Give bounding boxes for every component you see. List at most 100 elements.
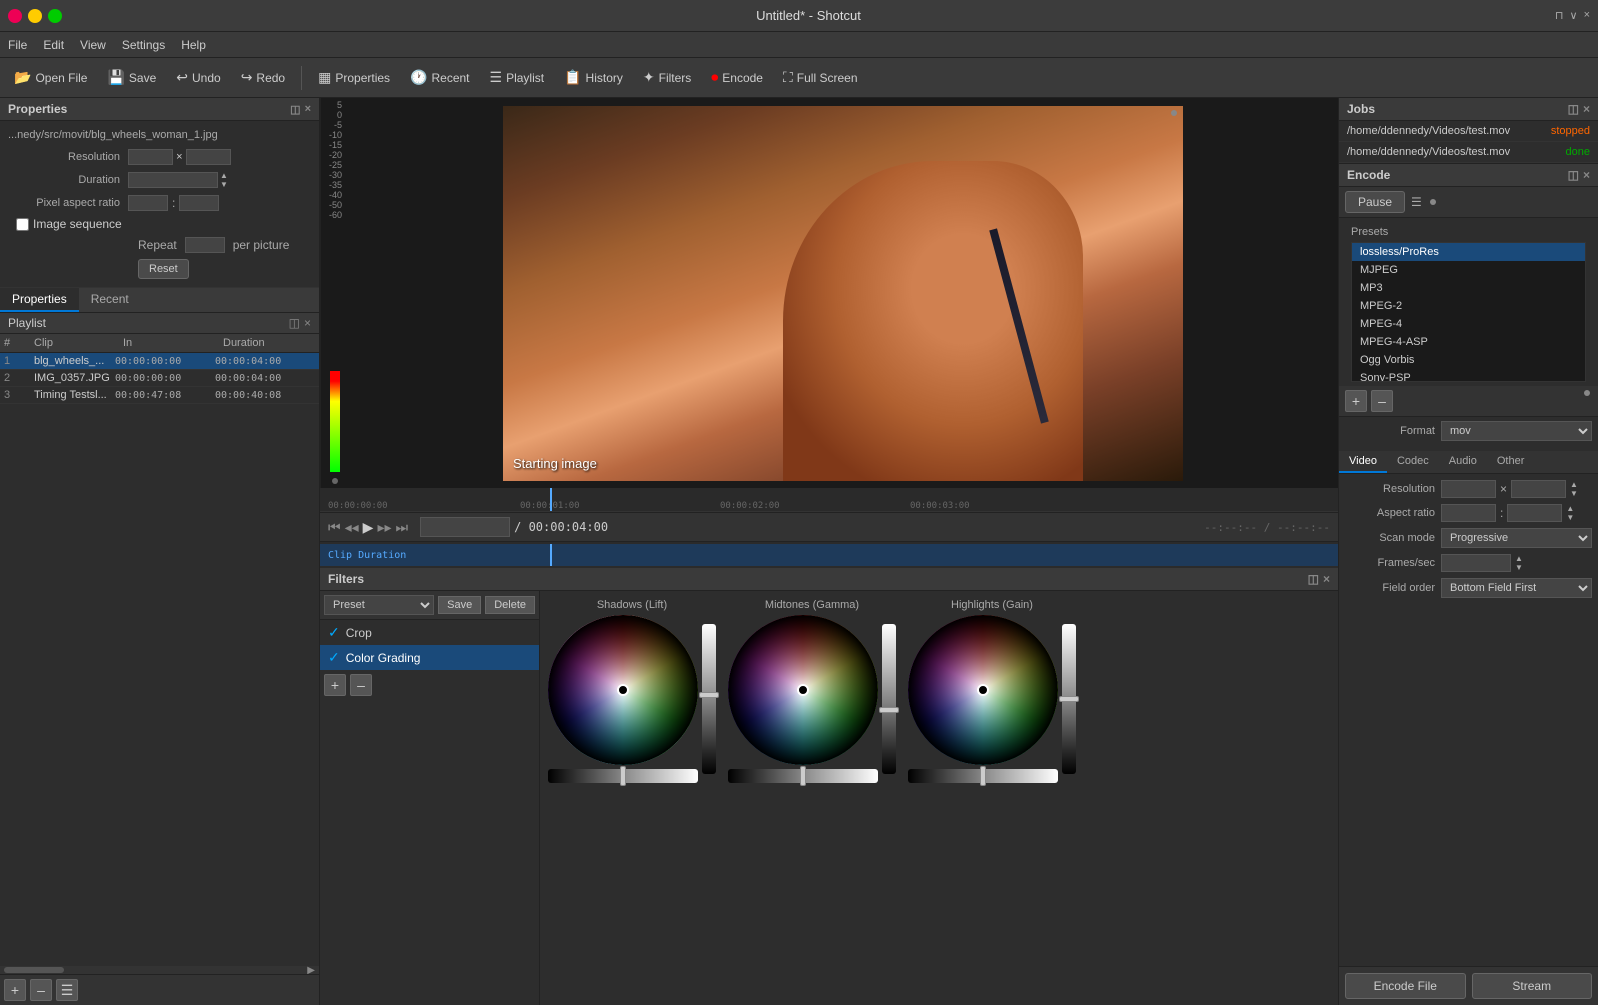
encode-tab-codec[interactable]: Codec xyxy=(1387,451,1439,473)
format-select[interactable]: mov mp4 mkv xyxy=(1441,421,1592,441)
list-item[interactable]: 2 IMG_0357.JPG 00:00:00:00 00:00:04:00 xyxy=(0,370,319,387)
preset-item-lossless[interactable]: lossless/ProRes xyxy=(1352,243,1585,261)
pixel-aspect-w-input[interactable]: 1 xyxy=(128,195,168,211)
close-button[interactable] xyxy=(8,9,22,23)
preset-item-mpeg4asp[interactable]: MPEG-4-ASP xyxy=(1352,333,1585,351)
undo-button[interactable]: ↩ Undo xyxy=(168,65,228,90)
toolbar: 📂 Open File 💾 Save ↩ Undo ↪ Redo ▦ Prope… xyxy=(0,58,1598,98)
fullscreen-button[interactable]: ⛶ Full Screen xyxy=(775,65,866,90)
tab-properties[interactable]: Properties xyxy=(0,288,79,312)
preset-item-mpeg4[interactable]: MPEG-4 xyxy=(1352,315,1585,333)
preset-item-sony-psp[interactable]: Sony-PSP xyxy=(1352,369,1585,382)
playlist-add-button[interactable]: + xyxy=(4,979,26,1001)
filters-button[interactable]: ✦ Filters xyxy=(635,65,699,90)
filter-item-crop[interactable]: ✓ Crop xyxy=(320,620,539,645)
resolution-height-input[interactable]: 720 xyxy=(186,149,231,165)
highlights-vertical-slider[interactable] xyxy=(1062,624,1076,774)
shadows-vertical-slider[interactable] xyxy=(702,624,716,774)
encode-width-input[interactable]: 1920 xyxy=(1441,480,1496,498)
fieldorder-select[interactable]: Bottom Field First Top Field First xyxy=(1441,578,1592,598)
video-area: 5 0 -5 -10 -15 -20 -25 -30 -35 -40 -50 -… xyxy=(320,98,1338,488)
properties-header: Properties ◫ × xyxy=(0,98,319,121)
encode-button[interactable]: ⏺ Encode xyxy=(703,65,771,90)
skip-end-button[interactable]: ⏭ xyxy=(396,519,409,536)
menu-edit[interactable]: Edit xyxy=(43,38,64,52)
redo-button[interactable]: ↪ Redo xyxy=(233,65,293,90)
filter-checkbox-crop[interactable]: ✓ xyxy=(328,624,340,641)
highlights-color-wheel[interactable] xyxy=(908,615,1058,765)
filter-checkbox-colorgrading[interactable]: ✓ xyxy=(328,649,340,666)
midtones-bottom-slider[interactable] xyxy=(728,769,878,783)
encode-fps-input[interactable]: 24.00 xyxy=(1441,554,1511,572)
playlist-menu-button[interactable]: ☰ xyxy=(56,979,78,1001)
timecode-input[interactable]: 00:00:01:17 xyxy=(420,517,510,537)
playlist-button[interactable]: ☰ Playlist xyxy=(482,65,553,90)
encode-tab-audio[interactable]: Audio xyxy=(1439,451,1487,473)
next-frame-button[interactable]: ▸▸ xyxy=(377,519,391,536)
properties-button[interactable]: ▦ Properties xyxy=(310,65,398,90)
preset-item-mp3[interactable]: MP3 xyxy=(1352,279,1585,297)
preset-select[interactable]: Preset xyxy=(324,595,434,615)
reset-button[interactable]: Reset xyxy=(138,259,189,279)
playlist-scrollbar[interactable]: ▶ xyxy=(0,966,319,974)
skip-begin-button[interactable]: ⏮ xyxy=(328,519,341,536)
preset-item-ogg[interactable]: Ogg Vorbis xyxy=(1352,351,1585,369)
encode-aspect-w-input[interactable]: 16 xyxy=(1441,504,1496,522)
encode-file-button[interactable]: Encode File xyxy=(1345,973,1466,999)
shadows-color-wheel[interactable] xyxy=(548,615,698,765)
filter-delete-button[interactable]: Delete xyxy=(485,596,535,614)
menu-help[interactable]: Help xyxy=(181,38,206,52)
filter-save-button[interactable]: Save xyxy=(438,596,481,614)
preset-add-button[interactable]: + xyxy=(1345,390,1367,412)
midtones-color-wheel[interactable] xyxy=(728,615,878,765)
playlist-icon: ☰ xyxy=(490,69,503,86)
highlights-bottom-slider[interactable] xyxy=(908,769,1058,783)
tab-recent[interactable]: Recent xyxy=(79,288,141,312)
encode-aspect-h-input[interactable]: 9 xyxy=(1507,504,1562,522)
clip-duration-bar[interactable]: Clip Duration xyxy=(320,544,1338,566)
encode-height-input[interactable]: 1080 xyxy=(1511,480,1566,498)
prev-frame-button[interactable]: ◂◂ xyxy=(345,519,359,536)
playlist-remove-button[interactable]: – xyxy=(30,979,52,1001)
filter-item-color-grading[interactable]: ✓ Color Grading xyxy=(320,645,539,670)
pause-button[interactable]: Pause xyxy=(1345,191,1405,213)
timeline-ruler[interactable]: 00:00:00:00 00:00:01:00 00:00:02:00 00:0… xyxy=(320,488,1338,512)
filter-remove-button[interactable]: – xyxy=(350,674,372,696)
menu-file[interactable]: File xyxy=(8,38,27,52)
midtones-vertical-slider[interactable] xyxy=(882,624,896,774)
recent-button[interactable]: 🕐 Recent xyxy=(402,65,477,90)
repeat-input[interactable]: 1 xyxy=(185,237,225,253)
resolution-width-input[interactable]: 1280 xyxy=(128,149,173,165)
list-item[interactable]: 1 blg_wheels_... 00:00:00:00 00:00:04:00 xyxy=(0,353,319,370)
list-item[interactable]: 3 Timing Testsl... 00:00:47:08 00:00:40:… xyxy=(0,387,319,404)
shadows-bottom-slider[interactable] xyxy=(548,769,698,783)
save-button[interactable]: 💾 Save xyxy=(99,65,164,90)
preset-remove-button[interactable]: – xyxy=(1371,390,1393,412)
filter-add-button[interactable]: + xyxy=(324,674,346,696)
preset-item-mpeg2[interactable]: MPEG-2 xyxy=(1352,297,1585,315)
minimize-button[interactable] xyxy=(28,9,42,23)
image-sequence-checkbox[interactable] xyxy=(16,218,29,231)
encode-tab-video[interactable]: Video xyxy=(1339,451,1387,473)
job-item-2[interactable]: /home/ddennedy/Videos/test.mov done xyxy=(1339,142,1598,163)
preset-status-dot xyxy=(1584,390,1590,396)
encode-tab-other[interactable]: Other xyxy=(1487,451,1535,473)
encode-aspect-row: Aspect ratio 16 : 9 ▲ ▼ xyxy=(1345,504,1592,522)
play-button[interactable]: ▶ xyxy=(363,519,374,536)
preset-item-mjpeg[interactable]: MJPEG xyxy=(1352,261,1585,279)
duration-input[interactable]: 00:00:04:00 xyxy=(128,172,218,188)
encode-menu-icon[interactable]: ☰ xyxy=(1411,195,1422,209)
highlights-wheel-container: Highlights (Gain) xyxy=(908,599,1076,783)
pixel-aspect-h-input[interactable]: 1 xyxy=(179,195,219,211)
maximize-button[interactable] xyxy=(48,9,62,23)
stream-button[interactable]: Stream xyxy=(1472,973,1593,999)
menu-view[interactable]: View xyxy=(80,38,106,52)
scanmode-select[interactable]: Progressive Interlaced xyxy=(1441,528,1592,548)
job-item-1[interactable]: /home/ddennedy/Videos/test.mov stopped xyxy=(1339,121,1598,142)
repeat-row: Repeat 1 per picture xyxy=(8,237,311,253)
menu-settings[interactable]: Settings xyxy=(122,38,165,52)
timecode-display: 00:00:01:17 / 00:00:04:00 xyxy=(420,517,608,537)
presets-add-row: + – xyxy=(1339,386,1598,417)
history-button[interactable]: 📋 History xyxy=(556,65,631,90)
open-file-button[interactable]: 📂 Open File xyxy=(6,65,95,90)
